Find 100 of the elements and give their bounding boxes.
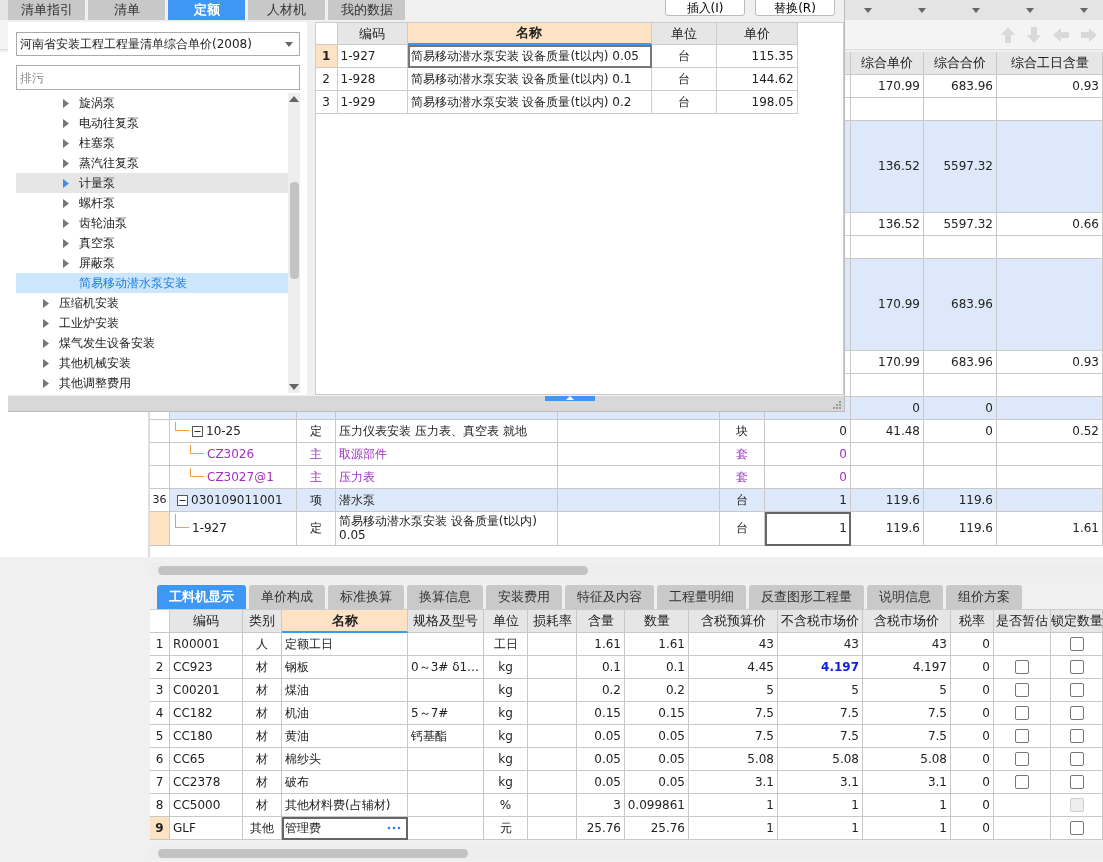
checkbox[interactable] — [1015, 752, 1029, 766]
column-header[interactable]: 含量 — [577, 610, 625, 633]
search-field[interactable]: 排污 — [16, 65, 300, 90]
expand-arrow-icon[interactable] — [63, 218, 69, 228]
tab[interactable]: 单价构成 — [249, 585, 325, 609]
tree-item[interactable]: 其他调整费用 — [16, 373, 288, 393]
column-header[interactable]: 名称 — [282, 610, 408, 633]
splitter-handle[interactable] — [545, 396, 595, 401]
expand-arrow-icon[interactable] — [63, 118, 69, 128]
table-cell: kg — [484, 725, 528, 748]
tab[interactable]: 说明信息 — [867, 585, 943, 609]
caret-icon[interactable] — [972, 7, 980, 13]
expand-arrow-icon[interactable] — [63, 198, 69, 208]
column-header[interactable]: 损耗率 — [528, 610, 577, 633]
expand-arrow-icon[interactable] — [63, 98, 69, 108]
tab[interactable]: 清单 — [88, 0, 165, 20]
column-header[interactable]: 类别 — [243, 610, 282, 633]
checkbox[interactable] — [1069, 637, 1084, 651]
tree-item[interactable]: 计量泵 — [16, 173, 288, 193]
column-header[interactable]: 含税预算价 — [689, 610, 778, 633]
collapse-icon[interactable] — [177, 494, 188, 506]
checkbox[interactable] — [1069, 729, 1084, 743]
expand-arrow-icon[interactable] — [63, 158, 69, 168]
vertical-scrollbar[interactable] — [288, 93, 300, 393]
column-header[interactable]: 综合工日含量 — [997, 52, 1103, 75]
action-button[interactable]: 替换(R) — [755, 0, 835, 16]
expand-arrow-icon[interactable] — [43, 358, 49, 368]
column-header[interactable]: 单位 — [651, 23, 717, 45]
checkbox[interactable] — [1015, 660, 1029, 674]
caret-icon[interactable] — [918, 7, 926, 13]
column-header[interactable]: 名称 — [407, 23, 652, 45]
tree-item[interactable]: 齿轮油泵 — [16, 213, 288, 233]
tree-item[interactable]: 蒸汽往复泵 — [16, 153, 288, 173]
caret-icon[interactable] — [1026, 7, 1034, 13]
checkbox[interactable] — [1069, 683, 1084, 697]
checkbox[interactable] — [1069, 660, 1084, 674]
tab[interactable]: 人材机 — [248, 0, 325, 20]
checkbox[interactable] — [1015, 729, 1029, 743]
checkbox[interactable] — [1069, 706, 1084, 720]
checkbox[interactable] — [1015, 706, 1029, 720]
tab[interactable]: 换算信息 — [407, 585, 483, 609]
column-header[interactable]: 规格及型号 — [408, 610, 484, 633]
tree-item[interactable]: 压缩机安装 — [16, 293, 288, 313]
column-header[interactable]: 税率 — [951, 610, 994, 633]
column-header[interactable]: 是否暂估 — [994, 610, 1051, 633]
column-header[interactable]: 综合合价 — [924, 52, 997, 75]
column-header[interactable]: 数量 — [625, 610, 689, 633]
tab[interactable]: 清单指引 — [8, 0, 85, 20]
tree-item[interactable]: 煤气发生设备安装 — [16, 333, 288, 353]
expand-arrow-icon[interactable] — [43, 318, 49, 328]
expand-arrow-icon[interactable] — [43, 338, 49, 348]
expand-arrow-icon[interactable] — [43, 378, 49, 388]
checkbox[interactable] — [1069, 821, 1084, 835]
table-cell: 0.099861 — [625, 794, 689, 817]
table-cell: 0 — [951, 817, 994, 840]
tab[interactable]: 标准换算 — [328, 585, 404, 609]
resize-grip-icon[interactable] — [832, 400, 841, 409]
collapse-icon[interactable] — [192, 425, 203, 437]
expand-arrow-icon[interactable] — [63, 238, 69, 248]
tree-item[interactable]: 工业炉安装 — [16, 313, 288, 333]
more-icon[interactable] — [387, 826, 401, 830]
library-dropdown[interactable]: 河南省安装工程工程量清单综合单价(2008) — [16, 32, 300, 56]
scroll-thumb[interactable] — [289, 182, 299, 279]
column-header[interactable]: 锁定数量 — [1051, 610, 1103, 633]
expand-arrow-icon[interactable] — [63, 178, 69, 188]
tab[interactable]: 组价方案 — [946, 585, 1022, 609]
column-header[interactable]: 单价 — [716, 23, 798, 45]
expand-arrow-icon[interactable] — [63, 258, 69, 268]
checkbox[interactable] — [1015, 775, 1029, 789]
tab[interactable]: 特征及内容 — [565, 585, 654, 609]
column-header[interactable]: 编码 — [170, 610, 243, 633]
column-header[interactable]: 编码 — [337, 23, 408, 45]
table-cell[interactable]: 管理费 — [282, 817, 408, 840]
tab[interactable]: 安装费用 — [486, 585, 562, 609]
tab[interactable]: 反查图形工程量 — [749, 585, 864, 609]
tree-item[interactable]: 螺杆泵 — [16, 193, 288, 213]
table-cell: 黄油 — [282, 725, 408, 748]
tab[interactable]: 我的数据 — [328, 0, 405, 20]
tree-item[interactable]: 电动往复泵 — [16, 113, 288, 133]
caret-icon[interactable] — [864, 7, 872, 13]
tree-item[interactable]: 屏蔽泵 — [16, 253, 288, 273]
tab[interactable]: 工程量明细 — [657, 585, 746, 609]
tree-item[interactable]: 真空泵 — [16, 233, 288, 253]
tree-item[interactable]: 其他机械安装 — [16, 353, 288, 373]
column-header[interactable]: 含税市场价 — [863, 610, 951, 633]
scroll-up-icon[interactable] — [289, 96, 299, 102]
column-header[interactable]: 综合单价 — [851, 52, 924, 75]
expand-arrow-icon[interactable] — [43, 298, 49, 308]
tree-item[interactable]: 柱塞泵 — [16, 133, 288, 153]
column-header[interactable]: 单位 — [484, 610, 528, 633]
caret-icon[interactable] — [1080, 7, 1088, 13]
checkbox[interactable] — [1015, 683, 1029, 697]
scroll-down-icon[interactable] — [289, 384, 299, 390]
table-cell: 破布 — [282, 771, 408, 794]
column-header[interactable]: 不含税市场价 — [778, 610, 863, 633]
tree-item[interactable]: 旋涡泵 — [16, 93, 288, 113]
action-button[interactable]: 插入(I) — [665, 0, 745, 16]
checkbox[interactable] — [1069, 775, 1084, 789]
expand-arrow-icon[interactable] — [63, 138, 69, 148]
checkbox[interactable] — [1069, 752, 1084, 766]
